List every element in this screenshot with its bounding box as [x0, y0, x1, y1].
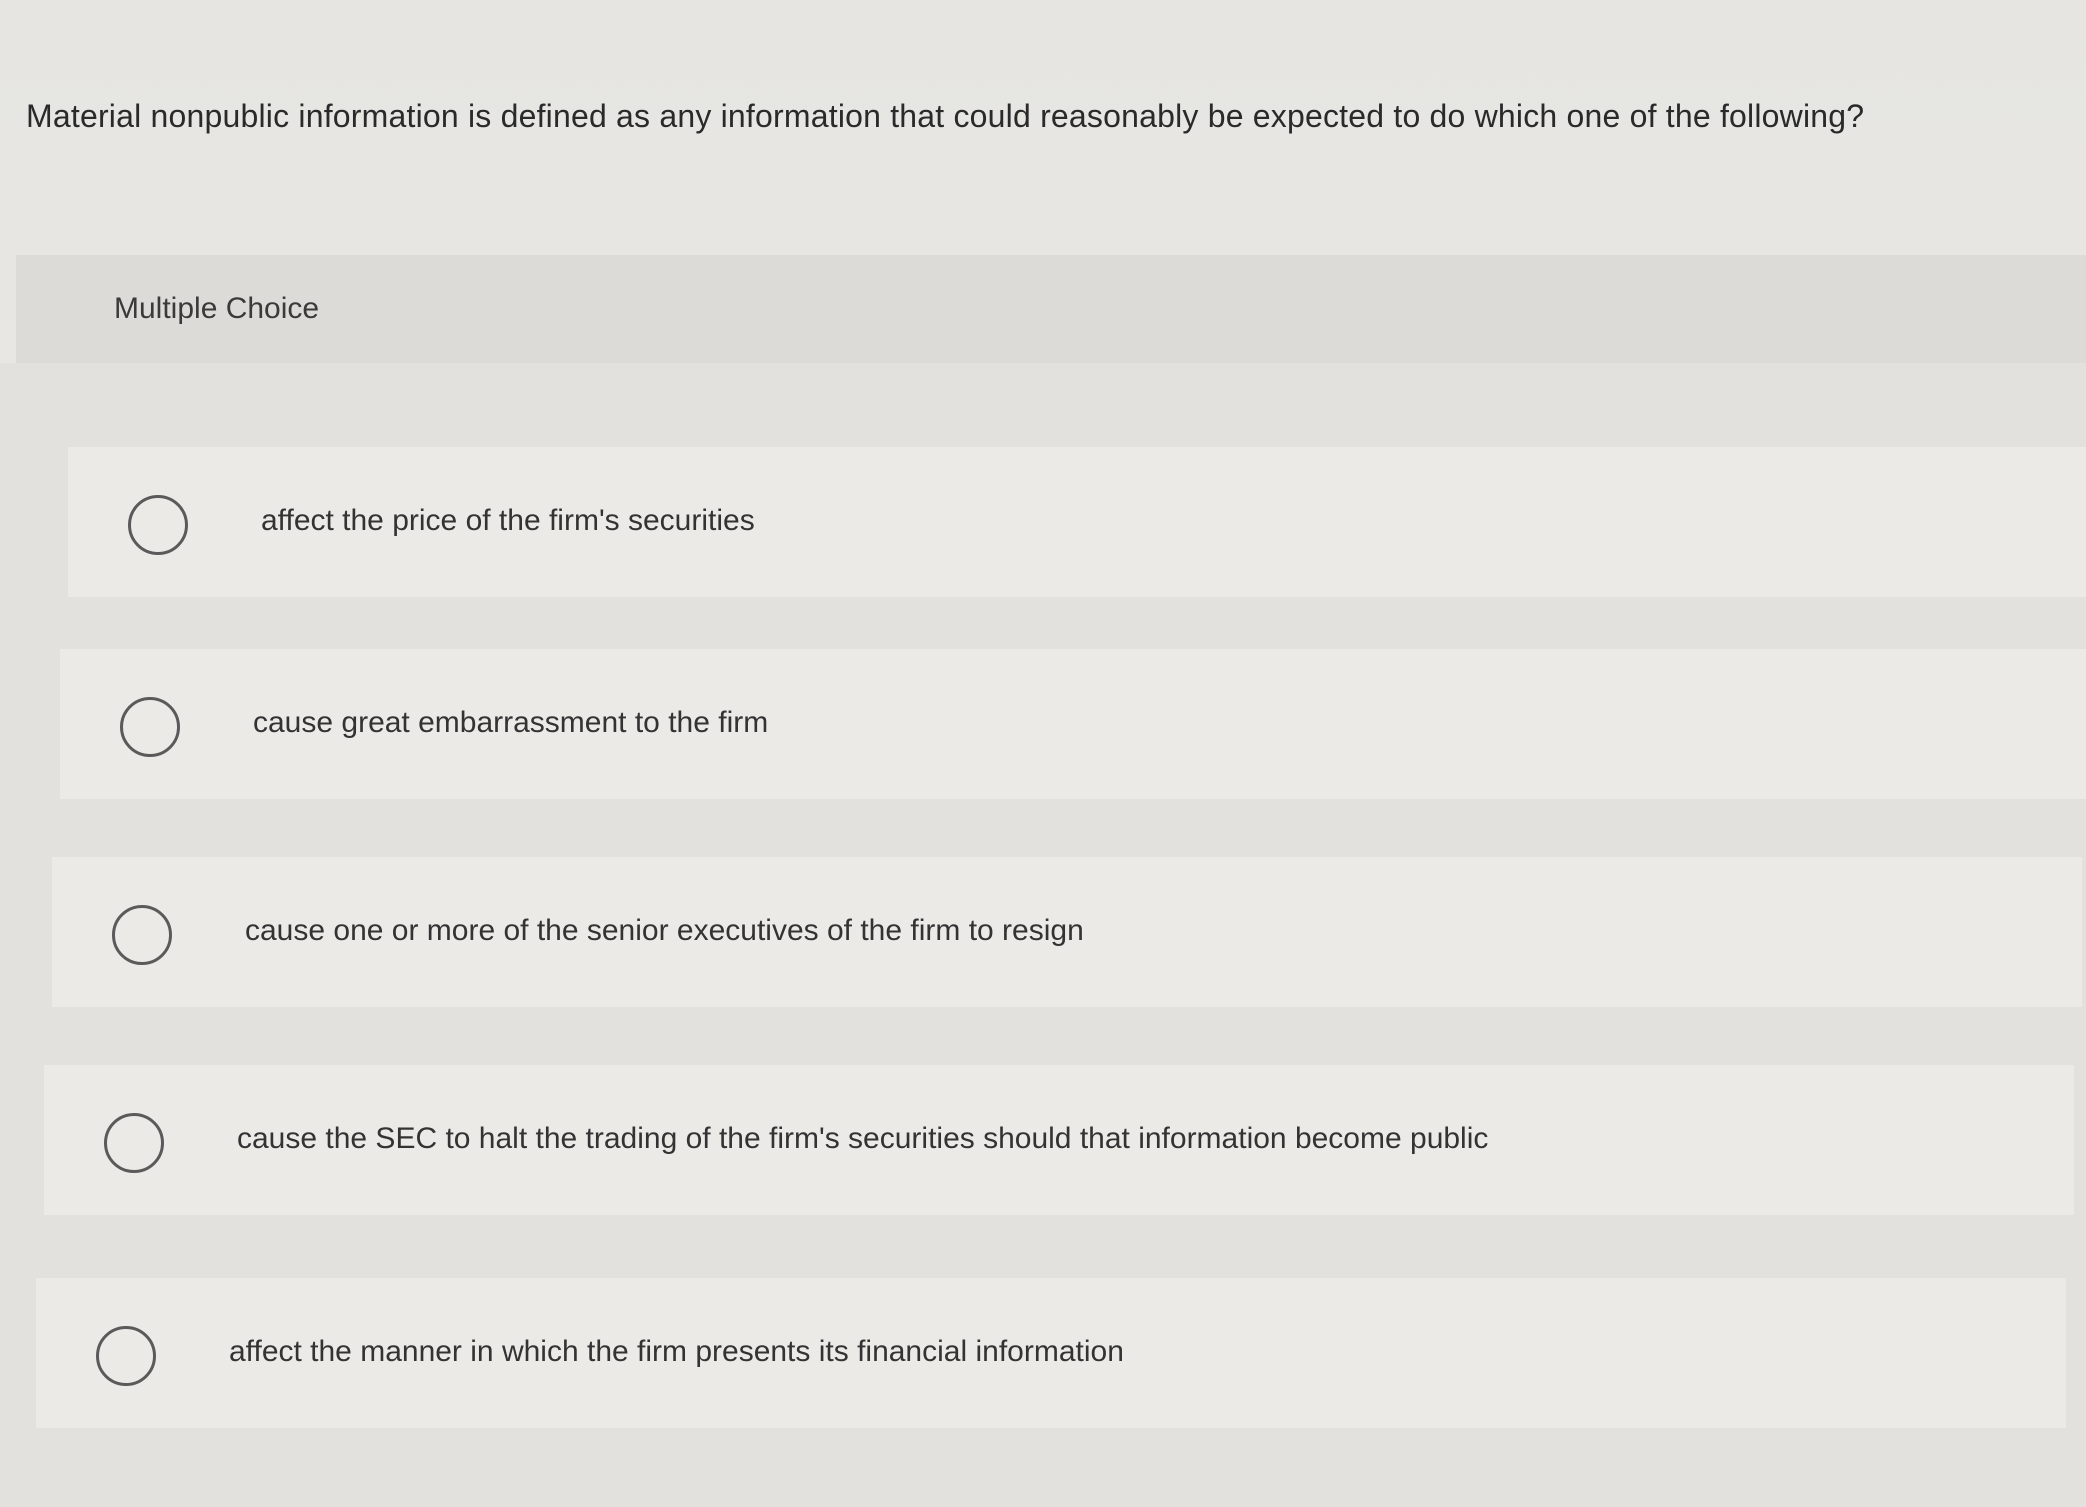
choice-option[interactable]: affect the manner in which the firm pres…	[36, 1278, 2066, 1428]
choice-option[interactable]: affect the price of the firm's securitie…	[68, 447, 2086, 597]
radio-button-icon[interactable]	[104, 1113, 164, 1173]
choice-label: cause great embarrassment to the firm	[253, 706, 769, 739]
choice-option[interactable]: cause one or more of the senior executiv…	[52, 857, 2082, 1007]
question-text: Material nonpublic information is define…	[26, 98, 1865, 134]
radio-button-icon[interactable]	[112, 905, 172, 965]
multiple-choice-header: Multiple Choice	[16, 255, 2086, 363]
choice-option[interactable]: cause great embarrassment to the firm	[60, 649, 2086, 799]
choice-label: affect the manner in which the firm pres…	[229, 1335, 1124, 1368]
multiple-choice-label: Multiple Choice	[114, 292, 320, 325]
radio-button-icon[interactable]	[96, 1326, 156, 1386]
radio-button-icon[interactable]	[120, 697, 180, 757]
choice-label: cause one or more of the senior executiv…	[245, 914, 1084, 947]
choice-list: affect the price of the firm's securitie…	[0, 363, 2086, 1507]
choice-option[interactable]: cause the SEC to halt the trading of the…	[44, 1065, 2074, 1215]
choice-label: affect the price of the firm's securitie…	[261, 504, 755, 537]
choice-label: cause the SEC to halt the trading of the…	[237, 1122, 1489, 1155]
radio-button-icon[interactable]	[128, 495, 188, 555]
